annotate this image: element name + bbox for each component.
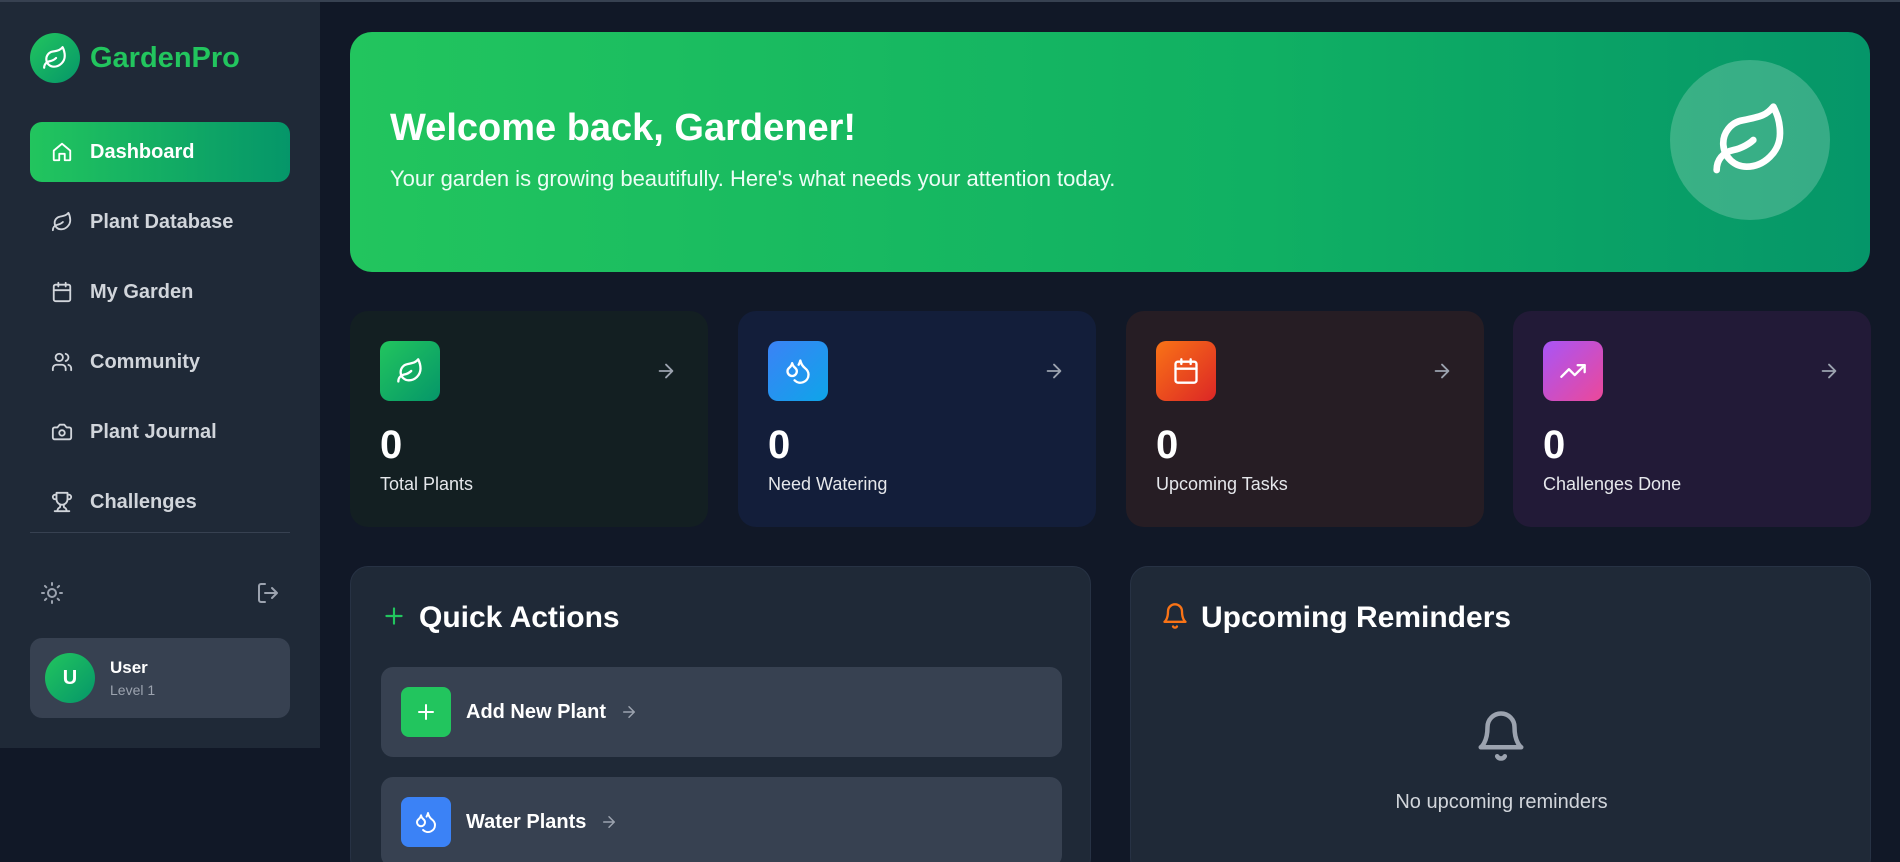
arrow-right-icon (600, 813, 618, 831)
water-plants-button[interactable]: Water Plants (381, 777, 1062, 862)
sidebar-item-label: Community (90, 350, 200, 373)
quick-action-label: Water Plants (466, 810, 587, 833)
calendar-icon (50, 280, 74, 304)
quick-actions-panel: Quick Actions Add New Plant Water Plants (350, 566, 1091, 862)
sidebar-item-label: My Garden (90, 280, 194, 303)
theme-toggle-button[interactable] (36, 579, 68, 611)
trending-up-icon (1543, 341, 1603, 401)
stat-label: Need Watering (768, 474, 888, 494)
bell-icon (1161, 602, 1189, 635)
upcoming-reminders-panel: Upcoming Reminders No upcoming reminders (1130, 566, 1871, 862)
sidebar-item-challenges[interactable]: Challenges (30, 472, 290, 532)
sidebar-item-plant-database[interactable]: Plant Database (30, 192, 290, 252)
welcome-subtitle: Your garden is growing beautifully. Here… (390, 166, 1116, 191)
sun-icon (40, 581, 64, 610)
logout-button[interactable] (252, 579, 284, 611)
hero-leaf-icon (1670, 60, 1830, 220)
logout-icon (256, 581, 280, 610)
brand-name: GardenPro (90, 41, 240, 74)
stat-label: Challenges Done (1543, 474, 1682, 494)
sidebar-item-label: Plant Journal (90, 420, 217, 443)
sidebar-item-my-garden[interactable]: My Garden (30, 262, 290, 322)
leaf-icon (50, 210, 74, 234)
page-title: Welcome back, Gardener! (390, 107, 857, 149)
empty-reminders-text: No upcoming reminders (1395, 791, 1608, 813)
stat-value: 0 (1156, 423, 1179, 467)
stat-value: 0 (768, 423, 791, 467)
calendar-icon (1156, 341, 1216, 401)
user-card[interactable]: U User Level 1 (30, 638, 290, 718)
home-icon (50, 140, 74, 164)
welcome-banner: Welcome back, Gardener! Your garden is g… (350, 32, 1870, 272)
brand-leaf-icon (30, 33, 80, 83)
upcoming-reminders-title: Upcoming Reminders (1201, 601, 1512, 634)
user-name: User (110, 658, 148, 677)
stat-card-total-plants[interactable]: 0 Total Plants (350, 311, 708, 527)
user-level: Level 1 (110, 682, 156, 698)
quick-action-label: Add New Plant (466, 700, 607, 723)
sidebar-item-label: Plant Database (90, 210, 234, 233)
sidebar: GardenPro Dashboard Plant Database My Ga… (0, 2, 320, 748)
sidebar-item-community[interactable]: Community (30, 332, 290, 392)
add-new-plant-button[interactable]: Add New Plant (381, 667, 1062, 757)
sidebar-item-plant-journal[interactable]: Plant Journal (30, 402, 290, 462)
sidebar-nav: Dashboard Plant Database My Garden Commu… (30, 122, 290, 542)
avatar: U (45, 653, 95, 703)
stat-card-need-watering[interactable]: 0 Need Watering (738, 311, 1096, 527)
quick-actions-title: Quick Actions (419, 601, 620, 634)
leaf-icon (380, 341, 440, 401)
stat-card-upcoming-tasks[interactable]: 0 Upcoming Tasks (1126, 311, 1484, 527)
arrow-right-icon (620, 703, 638, 721)
plus-icon (401, 687, 451, 737)
camera-icon (50, 420, 74, 444)
stat-value: 0 (380, 423, 403, 467)
sidebar-item-label: Challenges (90, 490, 197, 513)
arrow-right-icon[interactable] (1042, 359, 1066, 383)
brand[interactable]: GardenPro (30, 32, 240, 84)
droplets-icon (401, 797, 451, 847)
trophy-icon (50, 490, 74, 514)
sidebar-item-label: Dashboard (90, 140, 195, 163)
arrow-right-icon[interactable] (1817, 359, 1841, 383)
droplets-icon (768, 341, 828, 401)
bell-icon (1474, 707, 1528, 765)
sidebar-item-dashboard[interactable]: Dashboard (30, 122, 290, 182)
stat-card-challenges-done[interactable]: 0 Challenges Done (1513, 311, 1871, 527)
arrow-right-icon[interactable] (1430, 359, 1454, 383)
stat-label: Total Plants (380, 474, 474, 494)
sidebar-divider (30, 532, 290, 533)
arrow-right-icon[interactable] (654, 359, 678, 383)
stat-label: Upcoming Tasks (1156, 474, 1288, 494)
stat-value: 0 (1543, 423, 1566, 467)
plus-icon (381, 603, 407, 634)
users-icon (50, 350, 74, 374)
